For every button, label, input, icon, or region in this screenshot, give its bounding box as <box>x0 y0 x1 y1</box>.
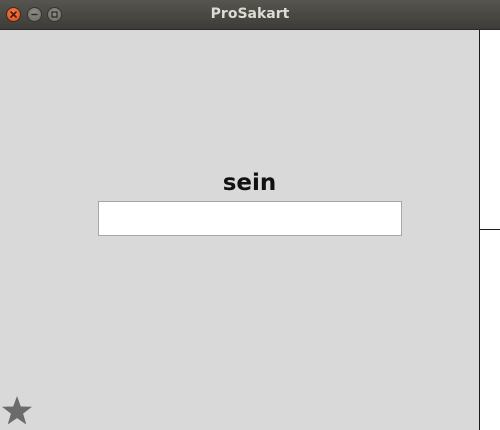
app-window: ProSakart sein <box>0 0 500 430</box>
star-icon[interactable] <box>1 395 33 427</box>
right-panel-separator <box>480 229 500 230</box>
right-panel <box>480 30 500 430</box>
word-label: sein <box>222 170 277 196</box>
answer-input[interactable] <box>98 201 402 236</box>
window-title: ProSakart <box>210 6 290 22</box>
title-bar: ProSakart <box>0 0 500 30</box>
